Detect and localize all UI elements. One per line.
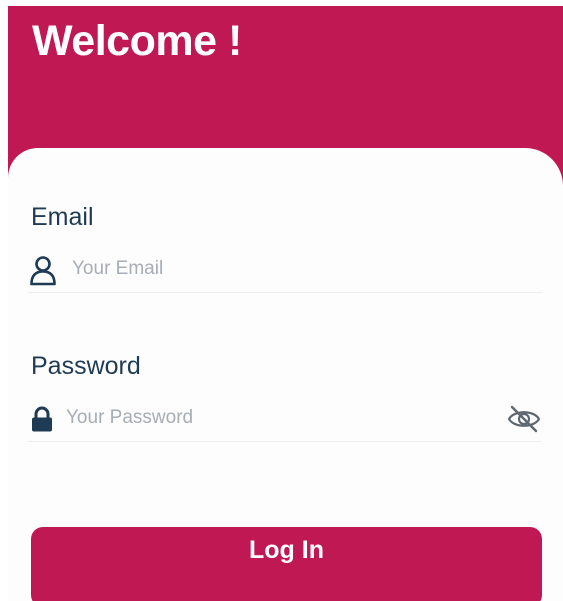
user-icon xyxy=(28,254,58,286)
login-button[interactable]: Log In xyxy=(31,527,542,601)
email-field[interactable] xyxy=(28,248,542,293)
email-label: Email xyxy=(31,203,94,231)
login-screen: Welcome ! Email Password xyxy=(0,0,563,601)
password-label: Password xyxy=(31,352,141,380)
password-field[interactable] xyxy=(28,397,542,442)
eye-off-icon[interactable] xyxy=(506,401,542,437)
page-title: Welcome ! xyxy=(32,17,242,65)
email-input[interactable] xyxy=(72,254,492,284)
password-input[interactable] xyxy=(66,403,486,433)
lock-icon xyxy=(28,403,58,435)
